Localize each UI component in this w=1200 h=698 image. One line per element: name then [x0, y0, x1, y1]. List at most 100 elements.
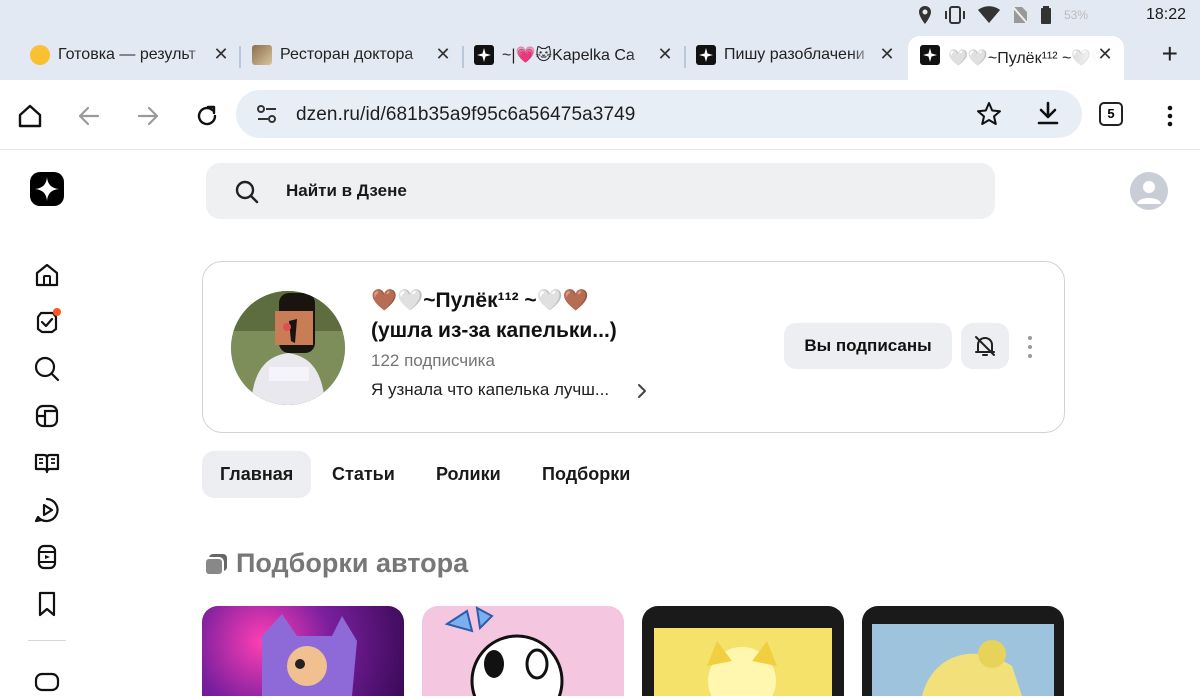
notifications-toggle-button[interactable]	[961, 323, 1009, 369]
collection-thumbnail[interactable]	[202, 606, 404, 696]
search-placeholder: Найти в Дзене	[286, 181, 407, 200]
browser-tab[interactable]: ~|💗🐱Kapelka Ca ✕	[472, 36, 678, 74]
close-icon[interactable]: ✕	[1094, 43, 1116, 65]
channel-name-subtitle: (ушла из-за капельки...)	[371, 319, 617, 342]
menu-button[interactable]	[1156, 102, 1184, 130]
arrow-right-icon	[137, 106, 159, 126]
sidebar-divider	[28, 640, 66, 641]
dzen-favicon	[920, 45, 940, 65]
location-icon	[918, 6, 931, 24]
channel-more-button[interactable]	[1020, 333, 1040, 361]
sidebar-item-notifications[interactable]	[28, 304, 66, 340]
address-bar[interactable]: dzen.ru/id/681b35a9f95c6a56475a3749	[236, 90, 1082, 138]
tab-separator	[684, 46, 686, 68]
home-button[interactable]	[16, 102, 44, 130]
channel-avatar[interactable]	[231, 291, 345, 405]
collection-thumbnail[interactable]	[422, 606, 624, 696]
tab-title: 🤍🤍~Пулёк¹¹² ~🤍🤍(у	[948, 50, 1098, 67]
games-icon	[34, 672, 60, 692]
section-title: Подборки автора	[236, 548, 469, 578]
dzen-favicon	[474, 45, 494, 65]
more-vertical-icon	[1167, 105, 1173, 127]
new-tab-button[interactable]: +	[1162, 40, 1178, 68]
sidebar-item-search[interactable]	[28, 351, 66, 387]
user-icon	[1137, 181, 1161, 204]
shorts-icon	[37, 544, 57, 570]
tab-title: Ресторан доктора	[280, 46, 414, 63]
sidebar-item-subscriptions[interactable]	[28, 398, 66, 434]
close-icon[interactable]: ✕	[654, 43, 676, 65]
chevron-right-icon[interactable]	[637, 383, 647, 399]
subscribed-button[interactable]: Вы подписаны	[784, 323, 952, 369]
battery-icon	[1040, 6, 1051, 24]
browser-tab-active[interactable]: 🤍🤍~Пулёк¹¹² ~🤍🤍(у ✕	[908, 36, 1124, 80]
close-icon[interactable]: ✕	[432, 43, 454, 65]
sidebar-item-games[interactable]	[28, 662, 66, 698]
download-icon[interactable]	[1036, 101, 1060, 127]
forward-button[interactable]	[134, 102, 162, 130]
tab-title: Готовка — результ	[58, 46, 196, 63]
emoji-favicon	[30, 45, 50, 65]
close-icon[interactable]: ✕	[210, 43, 232, 65]
channel-card: 🤎🤍~Пулёк¹¹² ~🤍🤎 (ушла из-за капельки...)…	[202, 261, 1065, 433]
vibrate-icon	[944, 6, 965, 24]
dzen-favicon	[696, 45, 716, 65]
articles-icon	[34, 453, 60, 474]
tab-videos[interactable]: Ролики	[418, 451, 519, 498]
tab-strip: Готовка — результ ✕ Ресторан доктора ✕ ~…	[0, 32, 1200, 80]
star-icon[interactable]	[976, 101, 1002, 127]
thumbnail-image	[654, 628, 832, 696]
clock: 18:22	[1145, 6, 1186, 23]
home-icon	[35, 263, 59, 287]
tab-title: Пишу разоблачени	[724, 46, 865, 63]
sidebar-item-shorts[interactable]	[28, 539, 66, 575]
thumbnail-image	[872, 624, 1054, 696]
browser-tab[interactable]: Пишу разоблачени ✕	[694, 36, 900, 74]
dzen-logo[interactable]	[30, 172, 64, 206]
tab-articles[interactable]: Статьи	[314, 451, 413, 498]
reload-button[interactable]	[193, 102, 221, 130]
back-button[interactable]	[75, 102, 103, 130]
sidebar-item-home[interactable]	[28, 257, 66, 293]
bookmark-icon	[38, 591, 56, 617]
thumbnail-image	[444, 606, 564, 696]
notifications-icon	[36, 308, 61, 334]
close-icon[interactable]: ✕	[876, 43, 898, 65]
dzen-page: Найти в Дзене 🤎🤍~Пулёк¹¹² ~🤍🤎 (ушла из-з…	[0, 150, 1200, 696]
channel-description[interactable]: Я узнала что капелька лучш...	[371, 380, 609, 400]
sidebar-item-videos[interactable]	[28, 492, 66, 528]
arrow-left-icon	[78, 106, 100, 126]
avatar-image	[231, 291, 345, 405]
user-avatar[interactable]	[1130, 172, 1168, 210]
browser-toolbar: dzen.ru/id/681b35a9f95c6a56475a3749 5	[0, 80, 1200, 150]
collection-thumbnail[interactable]	[862, 606, 1064, 696]
home-icon	[18, 104, 42, 128]
thumbnail-image	[262, 614, 357, 696]
search-icon	[34, 356, 60, 382]
tab-collections[interactable]: Подборки	[524, 451, 648, 498]
collections-icon	[204, 554, 227, 576]
subscriptions-icon	[35, 404, 59, 428]
wifi-icon	[977, 6, 1000, 23]
status-bar: 53% 18:22	[0, 0, 1200, 32]
tab-separator	[462, 46, 464, 68]
browser-tab[interactable]: Ресторан доктора ✕	[250, 36, 456, 74]
reload-icon	[197, 105, 217, 126]
tab-main[interactable]: Главная	[202, 451, 312, 498]
videos-icon	[34, 497, 59, 523]
restaurant-favicon	[252, 45, 272, 65]
browser-tab[interactable]: Готовка — результ ✕	[28, 36, 234, 74]
collection-thumbnail[interactable]	[642, 606, 844, 696]
tab-separator	[239, 46, 241, 68]
bell-off-icon	[975, 336, 995, 356]
url-text[interactable]: dzen.ru/id/681b35a9f95c6a56475a3749	[296, 104, 635, 126]
tab-title: ~|💗🐱Kapelka Ca	[502, 47, 635, 64]
sidebar-item-bookmarks[interactable]	[28, 586, 66, 622]
search-bar[interactable]: Найти в Дзене	[206, 163, 995, 219]
dzen-star-icon	[35, 177, 59, 201]
sidebar-item-articles[interactable]	[28, 445, 66, 481]
site-settings-icon[interactable]	[256, 104, 278, 124]
tab-switcher-button[interactable]: 5	[1099, 102, 1123, 126]
search-icon	[235, 180, 259, 204]
no-sim-icon	[1012, 6, 1028, 24]
